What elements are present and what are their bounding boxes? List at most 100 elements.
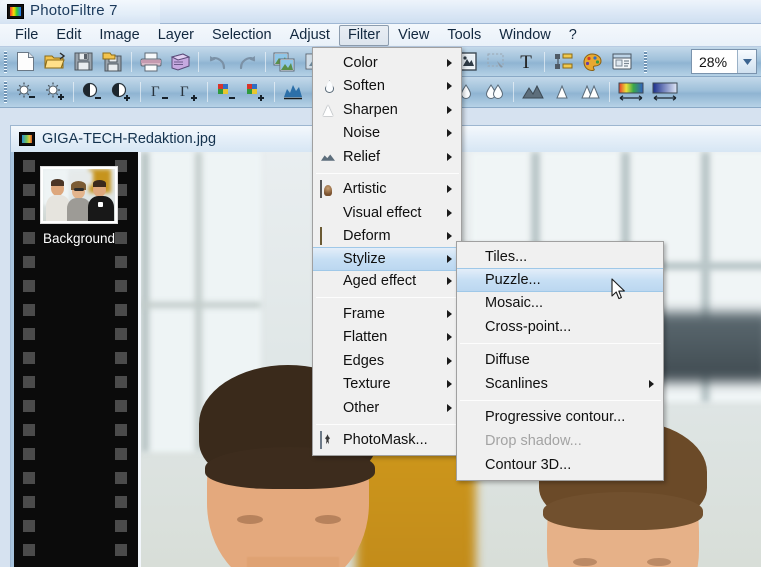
gamma-increase-icon[interactable]: Γ [174, 79, 203, 105]
list-item[interactable]: Background [40, 166, 118, 246]
menu-item-other[interactable]: Other [313, 396, 461, 420]
stylize-submenu[interactable]: Tiles... Puzzle... Mosaic... Cross-point… [456, 241, 664, 481]
submenu-arrow-icon [447, 309, 452, 318]
print-icon[interactable] [136, 49, 165, 75]
toolbar-separator [274, 82, 275, 102]
contrast-decrease-icon[interactable] [78, 79, 107, 105]
menu-file[interactable]: File [6, 25, 47, 46]
menu-layer[interactable]: Layer [149, 25, 203, 46]
menu-item-flatten[interactable]: Flatten [313, 326, 461, 350]
undo-icon[interactable] [203, 49, 232, 75]
menu-item-visual-effect[interactable]: Visual effect [313, 201, 461, 225]
gradient-color-icon[interactable] [614, 79, 648, 105]
menu-item-aged-effect[interactable]: Aged effect [313, 270, 461, 294]
menu-selection[interactable]: Selection [203, 25, 281, 46]
brightness-increase-icon[interactable] [40, 79, 69, 105]
menu-window[interactable]: Window [490, 25, 560, 46]
menu-item-label: Tiles... [485, 249, 528, 265]
menu-item-mosaic[interactable]: Mosaic... [457, 291, 663, 315]
menu-item-scanlines[interactable]: Scanlines [457, 372, 663, 396]
menu-item-label: Sharpen [343, 101, 398, 118]
layer-thumbnail[interactable] [40, 166, 118, 224]
toolbar-separator [265, 51, 266, 72]
mask-icon [320, 431, 336, 450]
submenu-arrow-icon [447, 105, 452, 114]
toolbar-grip[interactable] [2, 81, 8, 103]
menu-item-noise[interactable]: Noise [313, 122, 461, 146]
new-icon[interactable] [11, 49, 40, 75]
color-palette-icon[interactable] [578, 49, 607, 75]
menu-edit[interactable]: Edit [47, 25, 90, 46]
sharpen-2-icon[interactable] [547, 79, 576, 105]
toolbar-separator [140, 82, 141, 102]
menu-view[interactable]: View [389, 25, 438, 46]
menu-item-stylize[interactable]: Stylize [313, 247, 461, 271]
menu-item-label: Visual effect [343, 204, 422, 221]
saturation-increase-icon[interactable] [241, 79, 270, 105]
app-title: PhotoFiltre 7 [30, 2, 118, 19]
toolbar-separator [609, 82, 610, 102]
menu-item-puzzle[interactable]: Puzzle... [457, 268, 663, 292]
submenu-arrow-icon [447, 254, 452, 263]
chevron-down-icon[interactable] [737, 50, 756, 73]
menu-item-photomask[interactable]: PhotoMask... [313, 429, 461, 453]
menu-item-artistic[interactable]: Artistic [313, 178, 461, 202]
submenu-arrow-icon [649, 380, 654, 388]
menu-item-frame[interactable]: Frame [313, 302, 461, 326]
selection-tool-icon[interactable] [482, 49, 511, 75]
svg-text:Γ: Γ [180, 84, 189, 100]
submenu-arrow-icon [447, 232, 452, 241]
layer-options-icon[interactable] [549, 49, 578, 75]
menu-adjust[interactable]: Adjust [281, 25, 339, 46]
filter-dropdown-menu[interactable]: Color Soften Sharpen Noise Relief Artist… [312, 47, 462, 456]
menu-item-edges[interactable]: Edges [313, 349, 461, 373]
menu-item-label: Mosaic... [485, 295, 544, 311]
menu-separator [460, 343, 661, 344]
toolbar-grip[interactable] [642, 50, 648, 73]
menu-item-label: Noise [343, 125, 381, 142]
zoom-level-combobox[interactable]: 28% [691, 49, 757, 74]
duplicate-image-icon[interactable] [270, 49, 299, 75]
contrast-increase-icon[interactable] [107, 79, 136, 105]
menu-item-color[interactable]: Color [313, 51, 461, 75]
submenu-arrow-icon [447, 333, 452, 342]
histogram-icon[interactable] [279, 79, 308, 105]
menu-item-texture[interactable]: Texture [313, 373, 461, 397]
svg-text:T: T [520, 52, 532, 72]
menu-image[interactable]: Image [90, 25, 148, 46]
open-icon[interactable] [40, 49, 69, 75]
layers-panel[interactable]: Background [11, 152, 138, 567]
text-tool-icon[interactable]: T [511, 49, 540, 75]
gradient-blue-icon[interactable] [648, 79, 682, 105]
menu-item-label: Puzzle... [485, 272, 541, 288]
save-as-icon[interactable] [98, 49, 127, 75]
menu-item-soften[interactable]: Soften [313, 75, 461, 99]
menu-item-label: Texture [343, 376, 391, 393]
saturation-decrease-icon[interactable] [212, 79, 241, 105]
menu-item-deform[interactable]: Deform [313, 225, 461, 249]
submenu-arrow-icon [447, 58, 452, 67]
menu-item-tiles[interactable]: Tiles... [457, 245, 663, 269]
gamma-decrease-icon[interactable]: Γ [145, 79, 174, 105]
brightness-decrease-icon[interactable] [11, 79, 40, 105]
redo-icon[interactable] [232, 49, 261, 75]
relief-icon[interactable] [518, 79, 547, 105]
toolbar-separator [544, 51, 545, 72]
menu-item-cross-point[interactable]: Cross-point... [457, 315, 663, 339]
sharpen-more-icon[interactable] [576, 79, 605, 105]
triangle-icon [320, 102, 336, 118]
menu-help[interactable]: ? [560, 25, 586, 46]
menu-filter[interactable]: Filter [338, 24, 390, 46]
save-icon[interactable] [69, 49, 98, 75]
print-preview-icon[interactable] [165, 49, 194, 75]
menu-item-sharpen[interactable]: Sharpen [313, 98, 461, 122]
menu-separator [316, 297, 459, 298]
blur-more-icon[interactable] [480, 79, 509, 105]
menu-item-diffuse[interactable]: Diffuse [457, 348, 663, 372]
menu-item-contour-3d[interactable]: Contour 3D... [457, 453, 663, 477]
menu-item-relief[interactable]: Relief [313, 145, 461, 169]
toolbar-grip[interactable] [2, 50, 8, 73]
menu-tools[interactable]: Tools [438, 25, 490, 46]
menu-item-progressive-contour[interactable]: Progressive contour... [457, 405, 663, 429]
preferences-icon[interactable] [607, 49, 636, 75]
